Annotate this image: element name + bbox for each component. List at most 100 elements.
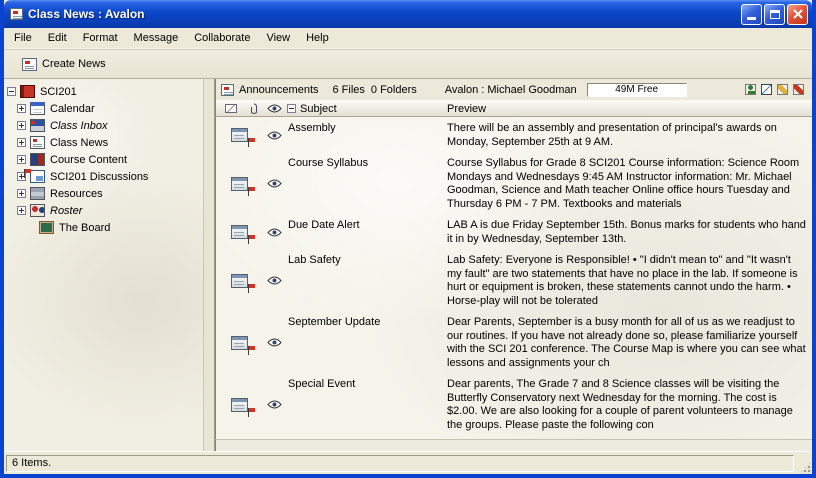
tree-item-class-inbox[interactable]: Class Inbox: [4, 117, 203, 134]
tree-item-discussions[interactable]: SCI201 Discussions: [4, 168, 203, 185]
message-row-lab-safety[interactable]: Lab Safety Lab Safety: Everyone is Respo…: [216, 249, 812, 311]
message-row-special-event[interactable]: Special Event Dear parents, The Grade 7 …: [216, 373, 812, 435]
unread-flag-icon: [248, 408, 255, 417]
message-icon: [231, 398, 248, 412]
message-icon: [231, 177, 248, 191]
menu-bar: File Edit Format Message Collaborate Vie…: [4, 28, 812, 49]
message-row-september-update[interactable]: September Update Dear Parents, September…: [216, 311, 812, 373]
expand-expander[interactable]: [17, 155, 26, 164]
pane-splitter[interactable]: [203, 79, 215, 451]
tree-item-roster[interactable]: Roster: [4, 202, 203, 219]
news-folder-icon: [30, 136, 45, 149]
message-icon: [231, 336, 248, 350]
message-preview: Dear parents, The Grade 7 and 8 Science …: [444, 377, 812, 432]
column-subject[interactable]: Subject: [286, 100, 444, 116]
message-icon: [231, 225, 248, 239]
tree-item-label: SCI201 Discussions: [48, 171, 150, 183]
status-bar: 6 Items.: [4, 451, 812, 474]
message-subject: Course Syllabus: [286, 156, 444, 211]
edit-icon[interactable]: [777, 84, 788, 95]
minimize-button[interactable]: [741, 4, 762, 25]
paperclip-icon: [250, 103, 258, 115]
server-user-label: Avalon : Michael Goodman: [445, 84, 577, 96]
tree-item-label: SCI201: [38, 86, 79, 98]
draw-icon[interactable]: [793, 84, 804, 95]
viewed-eye-icon: [267, 338, 282, 347]
roster-icon: [30, 204, 45, 217]
close-button[interactable]: [787, 4, 808, 25]
message-icon: [231, 274, 248, 288]
eye-icon: [267, 104, 282, 113]
tree-item-sci201[interactable]: SCI201: [4, 83, 203, 100]
menu-collaborate[interactable]: Collaborate: [186, 30, 258, 46]
message-row-due-date-alert[interactable]: Due Date Alert LAB A is due Friday Septe…: [216, 214, 812, 249]
expand-expander[interactable]: [17, 138, 26, 147]
app-icon: [10, 8, 23, 20]
message-subject: Lab Safety: [286, 253, 444, 308]
announcements-icon: [221, 84, 234, 96]
tree-item-label: Calendar: [48, 103, 97, 115]
discussions-icon: [30, 170, 45, 183]
message-subject: Special Event: [286, 377, 444, 432]
message-preview: There will be an assembly and presentati…: [444, 121, 812, 149]
mail-icon[interactable]: [761, 84, 772, 95]
column-viewed[interactable]: [262, 100, 286, 116]
folders-count: 0 Folders: [371, 84, 417, 96]
tree-item-label: The Board: [57, 222, 112, 234]
create-news-button[interactable]: Create News: [16, 55, 112, 74]
subject-header-label: Subject: [300, 103, 337, 115]
collapse-expander[interactable]: [7, 87, 16, 96]
list-bottom-gutter: [215, 439, 812, 451]
tree-item-resources[interactable]: Resources: [4, 185, 203, 202]
expand-expander[interactable]: [17, 206, 26, 215]
message-subject: September Update: [286, 315, 444, 370]
main-area: SCI201 Calendar Class Inbox Class News C: [4, 79, 812, 451]
menu-view[interactable]: View: [258, 30, 298, 46]
course-content-icon: [30, 153, 45, 166]
resources-icon: [30, 187, 45, 200]
viewed-eye-icon: [267, 400, 282, 409]
column-attachment[interactable]: [246, 100, 262, 116]
unread-flag-icon: [248, 284, 255, 293]
pane-header: Announcements 6 Files 0 Folders Avalon :…: [215, 79, 812, 100]
minimize-icon: [747, 17, 756, 20]
message-preview: LAB A is due Friday September 15th. Bonu…: [444, 218, 812, 246]
message-list-pane: Announcements 6 Files 0 Folders Avalon :…: [215, 79, 812, 451]
create-news-icon: [22, 58, 37, 71]
message-subject: Assembly: [286, 121, 444, 149]
message-status-icon: [225, 104, 237, 113]
menu-file[interactable]: File: [6, 30, 40, 46]
message-list: Assembly There will be an assembly and p…: [215, 117, 812, 439]
viewed-eye-icon: [267, 228, 282, 237]
item-count-label: 6 Items.: [12, 457, 51, 469]
expand-expander[interactable]: [17, 104, 26, 113]
tree-item-label: Class Inbox: [48, 120, 109, 132]
menu-help[interactable]: Help: [298, 30, 337, 46]
message-row-assembly[interactable]: Assembly There will be an assembly and p…: [216, 117, 812, 152]
menu-message[interactable]: Message: [126, 30, 187, 46]
resize-grip[interactable]: [799, 461, 812, 474]
storage-free-indicator: 49M Free: [587, 83, 687, 97]
files-count: 6 Files: [333, 84, 365, 96]
connected-users-icon[interactable]: [745, 84, 756, 95]
tree-item-the-board[interactable]: The Board: [4, 219, 203, 236]
tree-item-course-content[interactable]: Course Content: [4, 151, 203, 168]
maximize-button[interactable]: [764, 4, 785, 25]
menu-edit[interactable]: Edit: [40, 30, 75, 46]
tree-item-class-news[interactable]: Class News: [4, 134, 203, 151]
message-row-course-syllabus[interactable]: Course Syllabus Course Syllabus for Grad…: [216, 152, 812, 214]
message-icon: [231, 128, 248, 142]
storage-free-label: 49M Free: [615, 84, 658, 95]
column-status[interactable]: [216, 100, 246, 116]
message-preview: Course Syllabus for Grade 8 SCI201 Cours…: [444, 156, 812, 211]
tree-item-calendar[interactable]: Calendar: [4, 100, 203, 117]
conference-icon: [20, 85, 35, 98]
menu-format[interactable]: Format: [75, 30, 126, 46]
message-preview: Dear Parents, September is a busy month …: [444, 315, 812, 370]
expand-expander[interactable]: [17, 121, 26, 130]
expand-expander[interactable]: [17, 189, 26, 198]
collapse-all-icon[interactable]: [287, 104, 296, 113]
unread-flag-icon: [248, 187, 255, 196]
column-preview[interactable]: Preview: [444, 100, 812, 116]
preview-header-label: Preview: [447, 103, 486, 115]
